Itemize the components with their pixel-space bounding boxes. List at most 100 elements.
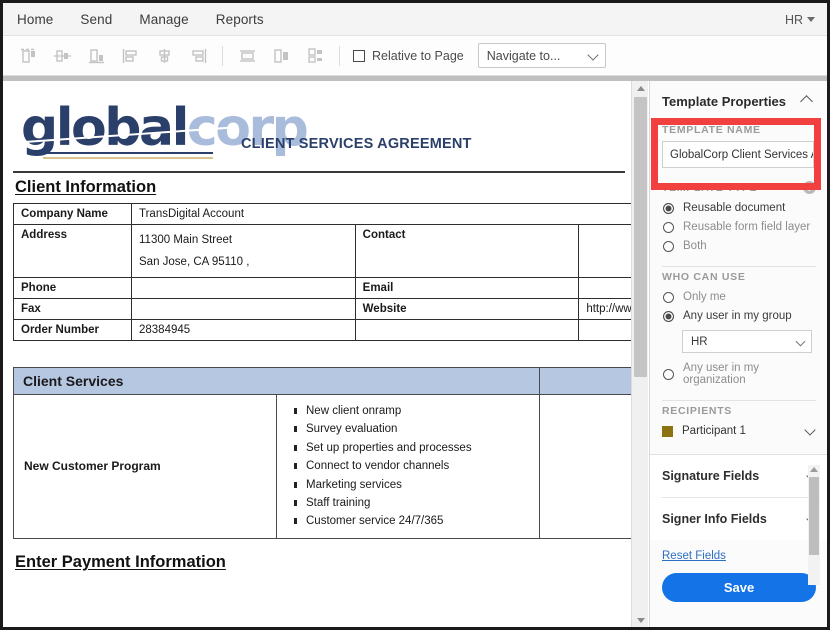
payment-information-heading: Enter Payment Information	[15, 552, 226, 571]
group-select-value: HR	[691, 335, 708, 348]
company-name-label: Company Name	[13, 203, 132, 225]
table-row: Company Name TransDigital Account	[13, 203, 631, 225]
panel-title-label: Template Properties	[662, 94, 787, 109]
radio-reusable-document[interactable]: Reusable document	[662, 199, 816, 218]
align-vertical-center-icon[interactable]	[45, 41, 79, 71]
group-select[interactable]: HR	[682, 330, 812, 353]
chevron-down-icon	[587, 49, 599, 61]
signature-fields-label: Signature Fields	[662, 469, 760, 483]
panel-scrollbar[interactable]	[808, 465, 820, 585]
list-item: Connect to vendor channels	[291, 457, 533, 475]
template-name-label: TEMPLATE NAME	[662, 124, 761, 136]
account-label: HR	[784, 12, 803, 27]
align-horizontal-center-icon[interactable]	[147, 41, 181, 71]
website-value: http://www.transdigitalcorp.com	[578, 298, 631, 320]
save-button[interactable]: Save	[662, 573, 816, 602]
relative-to-page-checkbox[interactable]: Relative to Page	[353, 49, 464, 63]
radio-unselected-icon	[663, 221, 674, 233]
chevron-up-icon[interactable]	[800, 95, 813, 108]
radio-selected-icon	[663, 310, 674, 322]
client-services-table: Client Services Investment New Customer …	[13, 367, 631, 539]
radio-unselected-icon	[663, 240, 674, 252]
document-header: globalcorp CLIENT SERVICES AGREEMENT	[13, 97, 631, 169]
services-list: New client onramp Survey evaluation Set …	[276, 394, 540, 539]
menu-item-send[interactable]: Send	[80, 12, 112, 27]
table-row: Order Number 28384945	[13, 319, 631, 341]
panel-header[interactable]: Template Properties	[650, 81, 827, 120]
match-width-icon[interactable]	[264, 41, 298, 71]
radio-label: Any user in my group	[683, 310, 792, 322]
help-icon[interactable]: ?	[803, 181, 816, 194]
recipients-group: RECIPIENTS Participant 1	[650, 401, 827, 445]
panel-content: Template Properties TEMPLATE NAME Global…	[650, 81, 827, 602]
menu-item-reports[interactable]: Reports	[216, 12, 264, 27]
menu-item-manage[interactable]: Manage	[139, 12, 188, 27]
address-line-2: San Jose, CA 95110 ,	[139, 256, 250, 268]
document-canvas: globalcorp CLIENT SERVICES AGREEMENT Cli…	[3, 81, 631, 627]
toolbar-divider-2	[339, 45, 340, 66]
table-row: Fax Website http://www.transdigitalcorp.…	[13, 298, 631, 320]
document-title: CLIENT SERVICES AGREEMENT	[241, 136, 472, 152]
document-scrollbar[interactable]	[631, 81, 648, 627]
contact-value	[578, 224, 631, 278]
list-item: Customer service 24/7/365	[291, 512, 533, 530]
fax-label: Fax	[13, 298, 132, 320]
document-scroll-thumb[interactable]	[634, 97, 647, 377]
list-item: Staff training	[291, 494, 533, 512]
recipient-participant-1[interactable]: Participant 1	[662, 422, 816, 445]
contact-label: Contact	[354, 224, 580, 278]
distribute-horizontal-icon[interactable]	[230, 41, 264, 71]
template-type-label: TEMPLATE TYPE	[662, 181, 758, 194]
table-row: Client Services Investment	[13, 367, 631, 395]
align-right-icon[interactable]	[181, 41, 215, 71]
document-page: globalcorp CLIENT SERVICES AGREEMENT Cli…	[3, 81, 631, 572]
phone-value	[131, 277, 356, 299]
chevron-down-icon	[795, 336, 806, 347]
radio-label: Only me	[683, 291, 726, 303]
chevron-down-icon[interactable]	[804, 424, 816, 436]
match-size-icon[interactable]	[298, 41, 332, 71]
panel-scroll-thumb[interactable]	[809, 477, 819, 555]
list-item: New client onramp	[291, 402, 533, 420]
recipients-label: RECIPIENTS	[662, 405, 733, 417]
signature-fields-section[interactable]: Signature Fields	[650, 455, 827, 497]
radio-any-user-in-my-organization[interactable]: Any user in my organization	[662, 359, 816, 390]
order-number-label: Order Number	[13, 319, 132, 341]
align-bottom-icon[interactable]	[79, 41, 113, 71]
fax-value	[131, 298, 356, 320]
signer-info-fields-label: Signer Info Fields	[662, 512, 767, 526]
template-name-group: TEMPLATE NAME GlobalCorp Client Services…	[650, 120, 827, 177]
template-type-group: TEMPLATE TYPE ? Reusable document Reusab…	[650, 177, 827, 256]
radio-both[interactable]: Both	[662, 237, 816, 256]
empty-value-cell	[578, 319, 631, 341]
account-menu[interactable]: HR	[785, 3, 815, 36]
menu-item-home[interactable]: Home	[17, 12, 53, 27]
list-item: Set up properties and processes	[291, 439, 533, 457]
email-label: Email	[354, 277, 580, 299]
radio-any-user-in-my-group[interactable]: Any user in my group	[662, 307, 816, 326]
align-left-icon[interactable]	[113, 41, 147, 71]
align-top-icon[interactable]	[11, 41, 45, 71]
radio-label: Any user in my organization	[683, 362, 760, 386]
scroll-down-arrow-icon[interactable]	[632, 613, 649, 627]
reset-fields-link[interactable]: Reset Fields	[650, 540, 827, 562]
website-label: Website	[354, 298, 580, 320]
investment-header: Investment	[539, 367, 631, 395]
navigate-to-value: Navigate to...	[486, 48, 561, 63]
navigate-to-select[interactable]: Navigate to...	[477, 43, 606, 68]
program-name: New Customer Program	[13, 394, 277, 539]
signer-info-fields-section[interactable]: Signer Info Fields	[650, 498, 827, 540]
radio-label: Reusable document	[683, 202, 786, 214]
scroll-up-arrow-icon[interactable]	[810, 467, 818, 472]
toolbar-divider-1	[222, 45, 223, 66]
recipient-color-swatch	[662, 425, 673, 437]
radio-reusable-form-field-layer[interactable]: Reusable form field layer	[662, 218, 816, 237]
scroll-up-arrow-icon[interactable]	[632, 81, 649, 95]
logo-underline-navy	[43, 152, 213, 154]
template-properties-panel: Template Properties TEMPLATE NAME Global…	[649, 81, 827, 627]
radio-only-me[interactable]: Only me	[662, 288, 816, 307]
radio-unselected-icon	[663, 291, 674, 303]
template-name-input[interactable]: GlobalCorp Client Services Ag	[662, 141, 814, 168]
table-row: New Customer Program New client onramp S…	[13, 394, 631, 539]
address-label: Address	[13, 224, 132, 278]
